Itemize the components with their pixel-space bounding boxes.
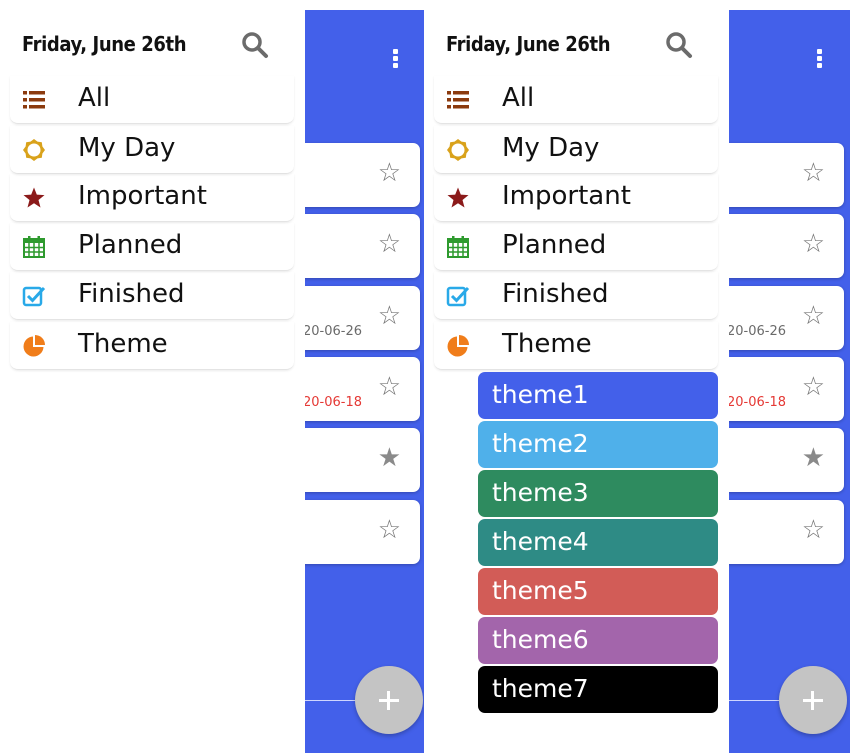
- nav-item-label: Important: [502, 181, 631, 211]
- star-outline-icon[interactable]: ☆: [802, 302, 825, 330]
- search-icon[interactable]: [664, 30, 694, 60]
- nav-item-theme[interactable]: Theme: [10, 322, 294, 370]
- task-due-date: 20-06-18: [303, 395, 363, 410]
- list-icon: [23, 91, 45, 109]
- nav-item-label: Planned: [78, 230, 183, 260]
- nav-item-planned[interactable]: Planned: [10, 223, 294, 271]
- checkbox-icon: [22, 286, 46, 307]
- date-header: Friday, June 26th: [22, 32, 187, 56]
- nav-item-label: All: [502, 83, 535, 113]
- screen-theme-expanded: ☆ ☆ 20-06-26 ☆ 20-06-18 ☆ ★ ☆ Friday, Ju…: [424, 0, 850, 753]
- overflow-menu-icon[interactable]: [393, 49, 399, 79]
- theme-4-button[interactable]: theme4: [478, 519, 718, 566]
- star-outline-icon[interactable]: ☆: [378, 230, 401, 258]
- add-task-button[interactable]: [779, 666, 847, 734]
- nav-item-important[interactable]: Important: [434, 174, 718, 222]
- search-icon[interactable]: [240, 30, 270, 60]
- star-filled-icon[interactable]: ★: [378, 444, 401, 472]
- nav-item-important[interactable]: Important: [10, 174, 294, 222]
- nav-item-label: Important: [78, 181, 207, 211]
- theme-7-button[interactable]: theme7: [478, 666, 718, 713]
- nav-item-all[interactable]: All: [434, 76, 718, 124]
- star-icon: [447, 187, 469, 208]
- nav-item-label: Planned: [502, 230, 607, 260]
- star-outline-icon[interactable]: ☆: [378, 373, 401, 401]
- navigation-drawer: Friday, June 26th All My Day Important P…: [424, 10, 729, 753]
- navigation-drawer: Friday, June 26th All My Day Important P…: [0, 10, 305, 753]
- add-task-button[interactable]: [355, 666, 423, 734]
- star-outline-icon[interactable]: ☆: [802, 159, 825, 187]
- star-filled-icon[interactable]: ★: [802, 444, 825, 472]
- nav-item-label: All: [78, 83, 111, 113]
- calendar-icon: [447, 236, 469, 258]
- nav-item-theme[interactable]: Theme: [434, 322, 718, 370]
- task-due-date: 20-06-26: [303, 324, 363, 339]
- pie-chart-icon: [23, 335, 45, 357]
- star-outline-icon[interactable]: ☆: [802, 373, 825, 401]
- star-icon: [23, 187, 45, 208]
- star-outline-icon[interactable]: ☆: [378, 302, 401, 330]
- nav-item-label: Finished: [78, 279, 185, 309]
- overflow-menu-icon[interactable]: [817, 49, 823, 79]
- nav-item-label: Theme: [78, 329, 168, 359]
- nav-item-label: My Day: [502, 133, 600, 163]
- nav-item-label: Theme: [502, 329, 592, 359]
- nav-item-label: Finished: [502, 279, 609, 309]
- star-outline-icon[interactable]: ☆: [378, 159, 401, 187]
- nav-item-label: My Day: [78, 133, 176, 163]
- screen-drawer-open: ☆ ☆ 20-06-26 ☆ 20-06-18 ☆ ★ ☆ Friday, Ju…: [0, 0, 426, 753]
- task-due-date: 20-06-18: [727, 395, 787, 410]
- nav-item-my-day[interactable]: My Day: [10, 126, 294, 174]
- task-due-date: 20-06-26: [727, 324, 787, 339]
- sun-icon: [23, 139, 45, 161]
- star-outline-icon[interactable]: ☆: [802, 516, 825, 544]
- nav-item-my-day[interactable]: My Day: [434, 126, 718, 174]
- date-header: Friday, June 26th: [446, 32, 611, 56]
- pie-chart-icon: [447, 335, 469, 357]
- theme-1-button[interactable]: theme1: [478, 372, 718, 419]
- task-list-background: ☆ ☆ 20-06-26 ☆ 20-06-18 ☆ ★ ☆: [689, 10, 850, 753]
- nav-item-finished[interactable]: Finished: [434, 272, 718, 320]
- nav-item-finished[interactable]: Finished: [10, 272, 294, 320]
- calendar-icon: [23, 236, 45, 258]
- theme-5-button[interactable]: theme5: [478, 568, 718, 615]
- star-outline-icon[interactable]: ☆: [378, 516, 401, 544]
- list-icon: [447, 91, 469, 109]
- task-list-background: ☆ ☆ 20-06-26 ☆ 20-06-18 ☆ ★ ☆: [265, 10, 426, 753]
- nav-item-all[interactable]: All: [10, 76, 294, 124]
- theme-6-button[interactable]: theme6: [478, 617, 718, 664]
- star-outline-icon[interactable]: ☆: [802, 230, 825, 258]
- theme-2-button[interactable]: theme2: [478, 421, 718, 468]
- sun-icon: [447, 139, 469, 161]
- theme-3-button[interactable]: theme3: [478, 470, 718, 517]
- checkbox-icon: [446, 286, 470, 307]
- nav-item-planned[interactable]: Planned: [434, 223, 718, 271]
